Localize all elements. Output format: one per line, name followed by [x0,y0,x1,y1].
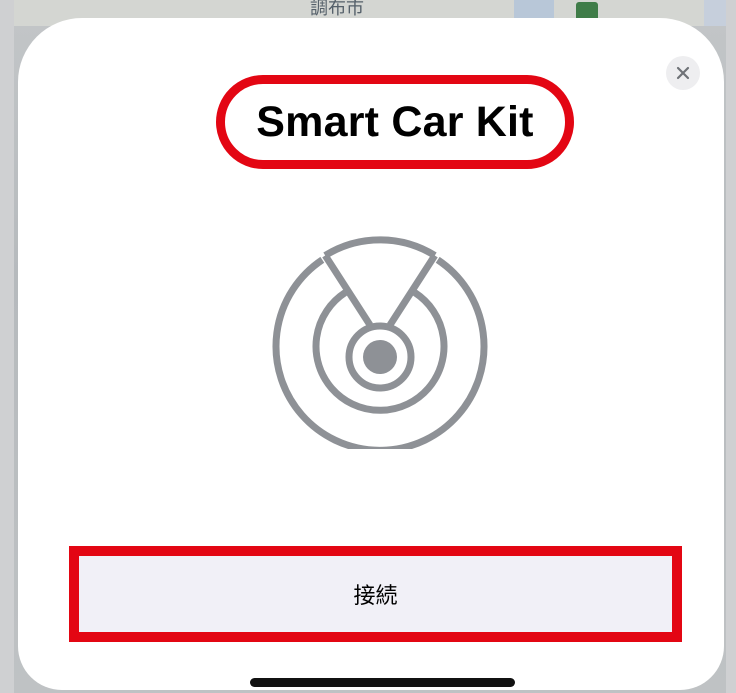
close-icon [676,66,690,80]
map-place-label: 調布市 [310,0,364,19]
connect-button-label: 接続 [353,584,398,609]
screen-frame-left [0,0,14,693]
connect-button[interactable]: 接続 [69,546,682,642]
connection-sheet: Smart Car Kit 接続 [18,18,724,690]
title-highlight-box: Smart Car Kit [216,75,574,169]
radar-signal-icon [272,236,488,449]
close-button[interactable] [666,56,700,90]
sheet-title: Smart Car Kit [256,97,534,146]
home-indicator[interactable] [250,678,515,687]
map-road [704,0,726,26]
screen-frame-right [726,0,736,693]
